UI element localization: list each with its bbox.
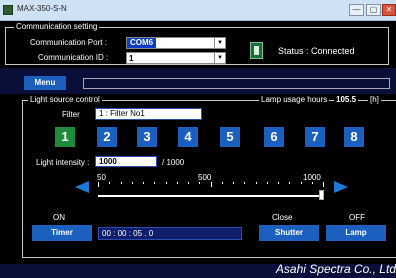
filter-button-3[interactable]: 3: [137, 127, 157, 147]
slider-tick: [301, 182, 302, 184]
slider-tick-label-mid: 500: [198, 173, 212, 182]
slider-tick: [244, 182, 245, 184]
communication-panel: Communication setting Communication Port…: [0, 21, 396, 68]
slider-tick-label-min: 50: [97, 173, 106, 182]
slider-tick: [256, 182, 257, 184]
slider-tick: [132, 182, 133, 184]
maximize-button[interactable]: ▢: [366, 4, 381, 16]
slider-tick: [233, 182, 234, 184]
lamp-state-label: OFF: [349, 213, 365, 222]
communication-port-select[interactable]: COM6 ▼: [126, 37, 226, 49]
lamp-usage-hours-unit: [h]: [368, 95, 381, 104]
message-display: [83, 78, 390, 89]
chevron-down-icon[interactable]: ▼: [214, 38, 225, 48]
slider-tick-label-max: 1000: [303, 173, 321, 182]
communication-legend: Communication setting: [14, 22, 100, 31]
communication-port-value: COM6: [127, 38, 157, 48]
slider-tick: [323, 182, 324, 187]
slider-thumb[interactable]: [319, 190, 324, 200]
brand-logo-text: Asahi Spectra Co., Ltd: [275, 262, 396, 276]
slider-tick: [98, 182, 99, 187]
connection-status: Status : Connected: [278, 46, 355, 56]
timer-button[interactable]: Timer: [32, 225, 92, 241]
shutter-button[interactable]: Shutter: [259, 225, 319, 241]
slider-increase-icon[interactable]: [334, 181, 348, 193]
light-intensity-input[interactable]: 1000: [95, 156, 157, 167]
slider-tick: [211, 182, 212, 187]
lamp-usage-hours-label: Lamp usage hours: [259, 95, 330, 104]
communication-id-select[interactable]: 1 ▼: [126, 52, 226, 64]
app-icon: [3, 5, 13, 15]
slider-tick: [166, 182, 167, 184]
slider-tick: [109, 182, 110, 184]
slider-tick: [267, 182, 268, 184]
slider-tick: [199, 182, 200, 184]
filter-button-7[interactable]: 7: [305, 127, 325, 147]
filter-label: Filter: [62, 110, 80, 119]
window-titlebar: MAX-350-S-N — ▢ ✕: [0, 0, 396, 21]
timer-state-label: ON: [53, 213, 65, 222]
menu-button[interactable]: Menu: [24, 76, 66, 90]
filter-button-4[interactable]: 4: [178, 127, 198, 147]
shutter-state-label: Close: [272, 213, 293, 222]
timer-value-field[interactable]: 00 : 00 : 05 . 0: [98, 227, 242, 240]
filter-button-6[interactable]: 6: [264, 127, 284, 147]
slider-tick: [143, 182, 144, 184]
slider-tick: [312, 182, 313, 184]
window-title: MAX-350-S-N: [17, 4, 67, 13]
lamp-usage-hours-value: 105.5: [334, 95, 359, 104]
intensity-slider[interactable]: [98, 182, 324, 200]
close-button[interactable]: ✕: [382, 4, 396, 16]
slider-tick: [188, 182, 189, 184]
connection-status-icon: [250, 42, 263, 59]
communication-id-label: Communication ID :: [38, 53, 109, 62]
slider-tick: [177, 182, 178, 184]
slider-tick: [222, 182, 223, 184]
slider-tick: [121, 182, 122, 184]
lamp-button[interactable]: Lamp: [326, 225, 386, 241]
filter-name-field[interactable]: 1 : Filter No1: [95, 108, 202, 120]
slider-ticks: [98, 182, 324, 188]
slider-decrease-icon[interactable]: [75, 181, 89, 193]
chevron-down-icon[interactable]: ▼: [214, 53, 225, 63]
communication-port-label: Communication Port :: [30, 38, 107, 47]
slider-tick: [278, 182, 279, 184]
communication-id-value: 1: [129, 54, 134, 63]
minimize-button[interactable]: —: [349, 4, 364, 16]
filter-button-2[interactable]: 2: [97, 127, 117, 147]
slider-track: [98, 195, 324, 197]
light-intensity-label: Light intensity :: [36, 158, 90, 167]
light-source-legend: Light source control: [28, 95, 102, 104]
connection-plug-shape: [254, 46, 259, 55]
slider-tick: [289, 182, 290, 184]
filter-button-5[interactable]: 5: [220, 127, 240, 147]
filter-button-1[interactable]: 1: [55, 127, 75, 147]
filter-button-8[interactable]: 8: [344, 127, 364, 147]
slider-tick: [154, 182, 155, 184]
light-intensity-max: / 1000: [162, 158, 185, 167]
